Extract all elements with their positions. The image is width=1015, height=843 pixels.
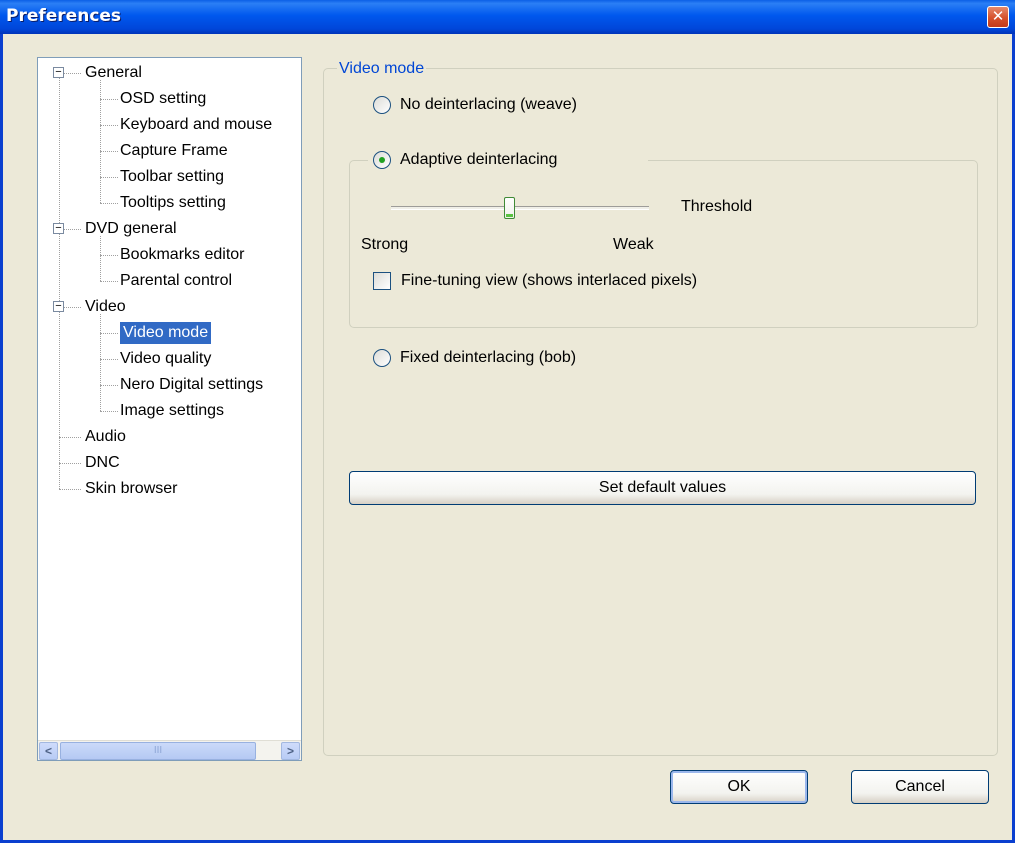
tree-connector [100, 177, 118, 178]
tree-item-label: Tooltips setting [120, 194, 226, 211]
tree-item[interactable]: Capture Frame [120, 138, 228, 164]
tree-item-label: Bookmarks editor [120, 246, 245, 263]
adaptive-deinterlacing-group [349, 160, 978, 328]
tree-item[interactable]: Bookmarks editor [120, 242, 245, 268]
tree-item-label: Capture Frame [120, 142, 228, 159]
fine-tuning-label: Fine-tuning view (shows interlaced pixel… [401, 272, 698, 289]
tree-item-label: Parental control [120, 272, 233, 289]
scroll-thumb[interactable]: III [60, 742, 256, 760]
tree-connector [100, 385, 118, 386]
radio-no-deinterlacing[interactable] [373, 96, 391, 114]
fine-tuning-checkbox[interactable] [373, 272, 391, 290]
tree-connector [100, 99, 118, 100]
tree-horizontal-scrollbar[interactable]: < III > [38, 740, 301, 760]
set-default-values-button[interactable]: Set default values [349, 471, 976, 505]
weak-label: Weak [613, 236, 654, 253]
tree-item-label: Audio [85, 428, 126, 445]
tree-item[interactable]: Video [85, 294, 126, 320]
tree-item[interactable]: DNC [85, 450, 120, 476]
settings-tree[interactable]: < III > − General OSD setting Keyboard and … [37, 57, 302, 761]
tree-item-label: Skin browser [85, 480, 178, 497]
tree-root-line [59, 73, 60, 489]
tree-item-label: Video quality [120, 350, 212, 367]
scroll-left-button[interactable]: < [39, 742, 58, 760]
tree-connector [100, 281, 118, 282]
tree-item-label: OSD setting [120, 90, 207, 107]
strong-label: Strong [361, 236, 409, 253]
tree-branch-line [100, 236, 101, 281]
tree-connector [59, 437, 81, 438]
tree-item-label: General [85, 64, 142, 81]
label-fixed-deinterlacing: Fixed deinterlacing (bob) [400, 349, 577, 366]
tree-branch-line [100, 314, 101, 411]
tree-item[interactable]: Keyboard and mouse [120, 112, 272, 138]
collapse-icon[interactable]: − [53, 223, 64, 234]
tree-item[interactable]: Video mode [120, 320, 212, 346]
threshold-label: Threshold [681, 198, 753, 215]
tree-item[interactable]: General [85, 60, 142, 86]
tree-item[interactable]: Audio [85, 424, 126, 450]
collapse-icon[interactable]: − [53, 301, 64, 312]
tree-item[interactable]: Image settings [120, 398, 224, 424]
tree-item-label: DNC [85, 454, 120, 471]
tree-connector [100, 203, 118, 204]
tree-connector [100, 255, 118, 256]
tree-connector [100, 333, 118, 334]
tree-connector [100, 411, 118, 412]
close-button[interactable]: ✕ [987, 6, 1009, 28]
cancel-button[interactable]: Cancel [851, 770, 989, 804]
tree-item-label: Video mode [120, 322, 212, 344]
radio-fixed-deinterlacing[interactable] [373, 349, 391, 367]
tree-connector [59, 489, 81, 490]
tree-connector [100, 151, 118, 152]
tree-item[interactable]: Toolbar setting [120, 164, 224, 190]
label-no-deinterlacing: No deinterlacing (weave) [400, 96, 577, 113]
tree-item-label: Keyboard and mouse [120, 116, 273, 133]
tree-item-label: Toolbar setting [120, 168, 225, 185]
tree-connector [59, 463, 81, 464]
ok-button[interactable]: OK [670, 770, 808, 804]
tree-item[interactable]: Video quality [120, 346, 211, 372]
preferences-window: Preferences ✕ < III > − General OSD settin… [0, 0, 1015, 843]
tree-item-label: Video [85, 298, 126, 315]
tree-item[interactable]: Tooltips setting [120, 190, 226, 216]
threshold-slider-thumb[interactable] [504, 197, 516, 219]
radio-adaptive-deinterlacing[interactable] [373, 151, 391, 169]
tree-item-label: Image settings [120, 402, 225, 419]
threshold-slider-track[interactable] [391, 206, 649, 210]
tree-connector [100, 125, 118, 126]
radio-selected-dot [379, 157, 385, 163]
window-title: Preferences [6, 6, 122, 26]
tree-item[interactable]: OSD setting [120, 86, 206, 112]
tree-item-label: Nero Digital settings [120, 376, 264, 393]
tree-connector [100, 359, 118, 360]
tree-item[interactable]: Skin browser [85, 476, 177, 502]
tree-item[interactable]: DVD general [85, 216, 177, 242]
title-bar[interactable]: Preferences ✕ [0, 0, 1015, 34]
video-mode-group-title: Video mode [337, 60, 427, 78]
collapse-icon[interactable]: − [53, 67, 64, 78]
scroll-right-button[interactable]: > [281, 742, 300, 760]
label-adaptive-deinterlacing: Adaptive deinterlacing [400, 151, 558, 168]
tree-item-label: DVD general [85, 220, 177, 237]
tree-item[interactable]: Nero Digital settings [120, 372, 263, 398]
tree-item[interactable]: Parental control [120, 268, 232, 294]
